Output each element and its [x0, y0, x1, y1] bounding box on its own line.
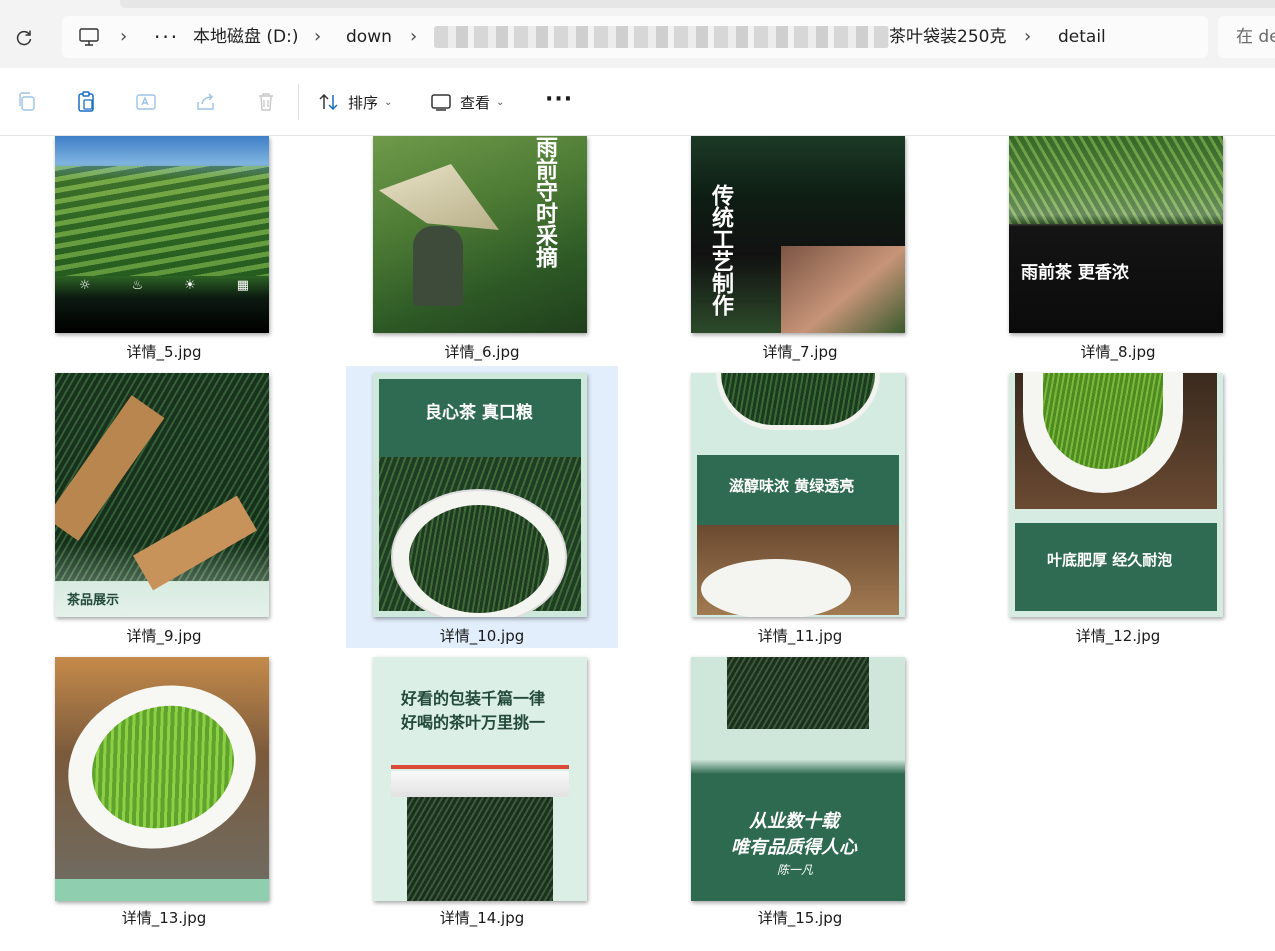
chevron-right-icon[interactable]: ›	[120, 16, 127, 58]
file-tile[interactable]: 传统工艺制作 详情_7.jpg	[664, 136, 936, 366]
thumbnail-image: ☼ ♨ ☀ ▦	[55, 136, 269, 333]
chevron-right-icon[interactable]: ›	[314, 16, 321, 58]
file-tile[interactable]: ☼ ♨ ☀ ▦ 详情_5.jpg	[28, 136, 300, 366]
thumbnail-image: 滋醇味浓 黄绿透亮	[691, 373, 905, 617]
tea-leaves-photo	[1009, 136, 1223, 224]
chevron-right-icon[interactable]: ›	[1024, 16, 1031, 58]
crumb-overflow[interactable]: ···	[154, 16, 179, 58]
crumb-drive[interactable]: 本地磁盘 (D:)	[193, 16, 299, 58]
file-name: 详情_15.jpg	[757, 909, 843, 927]
icon-strip: ☼ ♨ ☀ ▦	[79, 278, 249, 302]
delete-icon[interactable]	[254, 90, 278, 114]
share-icon[interactable]	[194, 90, 218, 114]
thumbnail-caption: 雨前茶 更香浓	[1021, 263, 1129, 283]
drop-icon: ☀	[184, 278, 196, 293]
crumb-folder-tail[interactable]: 茶叶袋装250克	[889, 16, 1006, 58]
tea-terrace	[55, 166, 269, 276]
conical-hat	[379, 164, 499, 230]
chevron-down-icon: ⌄	[384, 96, 393, 108]
file-name: 详情_6.jpg	[444, 343, 520, 361]
thumbnail-caption: 滋醇味浓 黄绿透亮	[729, 477, 855, 495]
soil-icon: ▦	[236, 278, 249, 293]
refresh-button[interactable]	[10, 24, 38, 52]
hands-photo	[781, 246, 905, 333]
crumb-down[interactable]: down	[346, 16, 392, 58]
sun-icon: ☼	[79, 278, 91, 293]
refresh-icon	[16, 30, 32, 46]
chevron-right-icon[interactable]: ›	[410, 16, 417, 58]
file-name: 详情_12.jpg	[1075, 627, 1161, 645]
view-label: 查看	[460, 93, 491, 112]
file-grid: ☼ ♨ ☀ ▦ 详情_5.jpg 雨前守时采摘 详情_6.jpg 传统工艺制作 详情_…	[0, 136, 1275, 951]
address-bar-row: › ··· 本地磁盘 (D:) › down › 茶叶袋装250克 › deta…	[0, 0, 1275, 68]
file-name: 详情_14.jpg	[439, 909, 525, 927]
tea-in-bowl	[409, 505, 549, 613]
thumbnail-caption: 从业数十载	[749, 811, 839, 832]
thumbnail-subcaption: 好喝的茶叶万里挑一	[401, 713, 546, 732]
file-name: 详情_10.jpg	[439, 627, 525, 645]
view-icon	[431, 94, 451, 111]
crumb-current[interactable]: detail	[1058, 16, 1106, 58]
thumbnail-caption: 良心茶 真口粮	[425, 403, 533, 423]
tea-package	[407, 797, 553, 901]
footer-band	[55, 879, 269, 901]
thumbnail-caption: 茶品展示	[67, 593, 120, 608]
tea-picker	[413, 226, 463, 306]
file-tile[interactable]: 详情_13.jpg	[28, 648, 300, 938]
search-placeholder: 在 de	[1236, 27, 1275, 47]
thumbnail-image: 茶品展示	[55, 373, 269, 617]
file-name: 详情_8.jpg	[1080, 343, 1156, 361]
file-tile-selected[interactable]: 良心茶 真口粮 详情_10.jpg	[346, 366, 618, 648]
tea-in-bowl	[721, 373, 875, 425]
copy-icon[interactable]	[15, 90, 39, 114]
thumbnail-image: 好看的包装千篇一律 好喝的茶叶万里挑一	[373, 657, 587, 901]
thumbnail-image: 叶底肥厚 经久耐泡	[1009, 373, 1223, 617]
file-name: 详情_9.jpg	[126, 627, 202, 645]
thumbnail-caption: 雨前守时采摘	[532, 136, 558, 268]
thumbnail-caption: 叶底肥厚 经久耐泡	[1047, 551, 1173, 569]
toolbar-separator	[298, 84, 299, 120]
thumbnail-image: 雨前守时采摘	[373, 136, 587, 333]
command-bar: 排序 ⌄ 查看 ⌄ ···	[0, 68, 1275, 136]
file-tile[interactable]: 叶底肥厚 经久耐泡 详情_12.jpg	[982, 366, 1254, 648]
file-tile[interactable]: 茶品展示 详情_9.jpg	[28, 366, 300, 648]
thumbnail-image: 从业数十载 唯有品质得人心 陈一凡	[691, 657, 905, 901]
file-tile[interactable]: 滋醇味浓 黄绿透亮 详情_11.jpg	[664, 366, 936, 648]
thumbnail-caption: 好看的包装千篇一律	[401, 689, 546, 708]
file-name: 详情_11.jpg	[757, 627, 843, 645]
thermometer-icon: ♨	[131, 278, 144, 293]
file-name: 详情_5.jpg	[126, 343, 202, 361]
more-options-button[interactable]: ···	[545, 86, 573, 118]
thumbnail-image	[55, 657, 269, 901]
package-top	[391, 771, 569, 797]
file-name: 详情_13.jpg	[121, 909, 207, 927]
redacted-crumb	[434, 26, 889, 48]
thumbnail-image: 雨前茶 更香浓	[1009, 136, 1223, 333]
thumbnail-image: 良心茶 真口粮	[373, 373, 587, 617]
tea-package	[727, 657, 869, 729]
file-tile[interactable]: 雨前茶 更香浓 详情_8.jpg	[982, 136, 1254, 366]
sort-icon	[319, 93, 338, 111]
thumbnail-subcaption: 唯有品质得人心	[731, 837, 857, 858]
tea-cup	[701, 559, 851, 617]
sort-label: 排序	[348, 93, 379, 112]
file-tile[interactable]: 雨前守时采摘 详情_6.jpg	[346, 136, 618, 366]
view-button[interactable]: 查看 ⌄	[430, 86, 504, 118]
search-box[interactable]: 在 de	[1218, 16, 1275, 58]
paste-icon[interactable]	[74, 90, 98, 114]
file-tile[interactable]: 从业数十载 唯有品质得人心 陈一凡 详情_15.jpg	[664, 648, 936, 938]
thumbnail-caption: 传统工艺制作	[708, 184, 734, 316]
sort-button[interactable]: 排序 ⌄	[318, 86, 392, 118]
this-pc-icon[interactable]	[78, 27, 100, 47]
rename-icon[interactable]	[134, 90, 158, 114]
file-name: 详情_7.jpg	[762, 343, 838, 361]
thumbnail-signature: 陈一凡	[777, 863, 814, 877]
file-tile[interactable]: 好看的包装千篇一律 好喝的茶叶万里挑一 详情_14.jpg	[346, 648, 618, 938]
thumbnail-image: 传统工艺制作	[691, 136, 905, 333]
address-box[interactable]: › ··· 本地磁盘 (D:) › down › 茶叶袋装250克 › deta…	[62, 16, 1208, 58]
chevron-down-icon: ⌄	[496, 96, 505, 108]
package-seal	[391, 765, 569, 769]
tab-strip-edge	[120, 0, 1275, 8]
